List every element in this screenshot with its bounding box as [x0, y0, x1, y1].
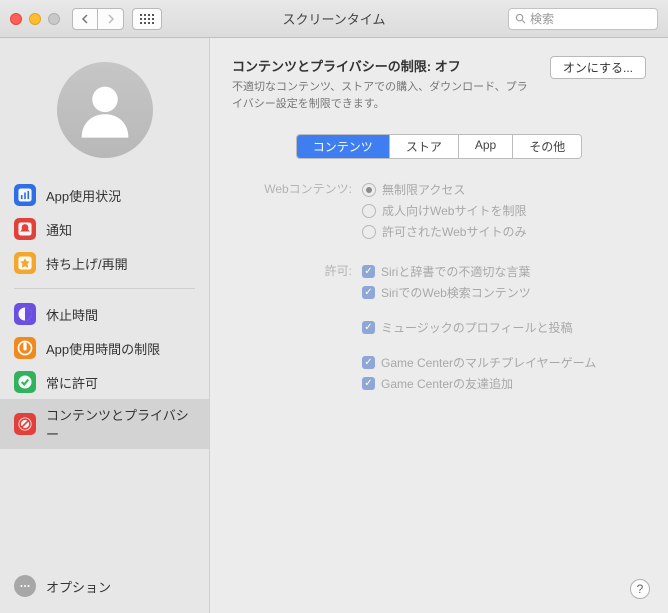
tab-item[interactable]: ストア — [390, 135, 459, 158]
sidebar-item-label: コンテンツとプライバシー — [46, 405, 195, 443]
allow-label: 許可: — [232, 261, 362, 279]
sidebar-item[interactable]: コンテンツとプライバシー — [0, 399, 209, 449]
search-icon — [515, 13, 526, 24]
sidebar-item[interactable]: 持ち上げ/再開 — [0, 246, 209, 280]
radio-label: 許可されたWebサイトのみ — [382, 223, 526, 240]
radio-option[interactable]: 許可されたWebサイトのみ — [362, 221, 646, 242]
radio-option[interactable]: 無制限アクセス — [362, 179, 646, 200]
sidebar-item-label: 通知 — [46, 220, 72, 239]
checkbox-icon: ✓ — [362, 377, 375, 390]
tab-item[interactable]: App — [459, 135, 513, 158]
page-title-prefix: コンテンツとプライバシーの制限: — [232, 59, 435, 74]
sidebar-item[interactable]: App使用状況 — [0, 178, 209, 212]
radio-icon — [362, 225, 376, 239]
sidebar-item-label: App使用時間の制限 — [46, 339, 160, 358]
sidebar-icon — [14, 184, 36, 206]
sidebar-item-label: 常に許可 — [46, 373, 98, 392]
titlebar: スクリーンタイム 検索 — [0, 0, 668, 38]
radio-icon — [362, 183, 376, 197]
sidebar-icon — [14, 337, 36, 359]
ellipsis-icon — [19, 580, 31, 592]
checkbox-icon: ✓ — [362, 286, 375, 299]
sidebar-item[interactable]: App使用時間の制限 — [0, 331, 209, 365]
options-icon — [14, 575, 36, 597]
sidebar-item-label: 休止時間 — [46, 305, 98, 324]
nav-buttons — [72, 8, 124, 30]
main-panel: コンテンツとプライバシーの制限: オフ 不適切なコンテンツ、ストアでの購入、ダウ… — [210, 38, 668, 613]
checkbox-icon: ✓ — [362, 356, 375, 369]
sidebar-item[interactable]: 常に許可 — [0, 365, 209, 399]
checkbox-icon: ✓ — [362, 265, 375, 278]
close-window-button[interactable] — [10, 13, 22, 25]
allow-options: ✓ Siriと辞書での不適切な言葉 ✓ SiriでのWeb検索コンテンツ ✓ ミュージック… — [362, 261, 646, 394]
traffic-lights — [10, 13, 60, 25]
checkbox-label: SiriでのWeb検索コンテンツ — [381, 284, 531, 301]
sidebar-icon — [14, 252, 36, 274]
help-button[interactable]: ? — [630, 579, 650, 599]
tab-item[interactable]: その他 — [513, 135, 581, 158]
checkbox-option[interactable]: ✓ SiriでのWeb検索コンテンツ — [362, 282, 646, 303]
avatar-container — [0, 38, 209, 176]
sidebar-footer: オプション — [0, 565, 209, 613]
back-button[interactable] — [72, 8, 98, 30]
page-description: 不適切なコンテンツ、ストアでの購入、ダウンロード、プライバシー設定を制限できます… — [232, 79, 538, 112]
search-input[interactable]: 検索 — [508, 8, 658, 30]
sidebar-icon — [14, 371, 36, 393]
options-button[interactable]: オプション — [46, 577, 111, 596]
zoom-window-button[interactable] — [48, 13, 60, 25]
sidebar-item[interactable]: 休止時間 — [0, 297, 209, 331]
sidebar-list-usage: App使用状況通知持ち上げ/再開 — [0, 176, 209, 282]
checkbox-option[interactable]: ✓ Game Centerのマルチプレイヤーゲーム — [362, 352, 646, 373]
checkbox-option[interactable]: ✓ ミュージックのプロフィールと投稿 — [362, 317, 646, 338]
show-all-button[interactable] — [132, 8, 162, 30]
checkbox-icon: ✓ — [362, 321, 375, 334]
grid-icon — [140, 14, 154, 24]
sidebar-item-label: App使用状況 — [46, 186, 121, 205]
page-title: コンテンツとプライバシーの制限: オフ — [232, 56, 538, 75]
turn-on-button[interactable]: オンにする... — [550, 56, 646, 79]
avatar — [57, 62, 153, 158]
search-placeholder: 検索 — [530, 10, 554, 27]
checkbox-label: Game Centerのマルチプレイヤーゲーム — [381, 354, 596, 371]
radio-option[interactable]: 成人向けWebサイトを制限 — [362, 200, 646, 221]
checkbox-label: Game Centerの友達追加 — [381, 375, 513, 392]
sidebar-item[interactable]: 通知 — [0, 212, 209, 246]
sidebar: App使用状況通知持ち上げ/再開 休止時間 App使用時間の制限常に許可コンテンツ… — [0, 38, 210, 613]
minimize-window-button[interactable] — [29, 13, 41, 25]
sidebar-icon — [14, 413, 36, 435]
radio-label: 無制限アクセス — [382, 181, 465, 198]
sidebar-separator — [14, 288, 195, 289]
sidebar-icon — [14, 218, 36, 240]
radio-icon — [362, 204, 376, 218]
checkbox-label: Siriと辞書での不適切な言葉 — [381, 263, 530, 280]
radio-label: 成人向けWebサイトを制限 — [382, 202, 526, 219]
sidebar-icon — [14, 303, 36, 325]
web-content-options: 無制限アクセス成人向けWebサイトを制限許可されたWebサイトのみ — [362, 179, 646, 242]
sidebar-list-limits: 休止時間 App使用時間の制限常に許可コンテンツとプライバシー — [0, 295, 209, 451]
page-title-state: オフ — [435, 59, 461, 74]
checkbox-label: ミュージックのプロフィールと投稿 — [381, 319, 573, 336]
forward-button[interactable] — [98, 8, 124, 30]
tab-bar: コンテンツストアAppその他 — [232, 134, 646, 159]
person-icon — [71, 76, 139, 144]
web-content-label: Webコンテンツ: — [232, 179, 362, 197]
tab-item[interactable]: コンテンツ — [297, 135, 390, 158]
sidebar-item-label: 持ち上げ/再開 — [46, 254, 128, 273]
checkbox-option[interactable]: ✓ Siriと辞書での不適切な言葉 — [362, 261, 646, 282]
window-title: スクリーンタイム — [282, 9, 385, 28]
checkbox-option[interactable]: ✓ Game Centerの友達追加 — [362, 373, 646, 394]
